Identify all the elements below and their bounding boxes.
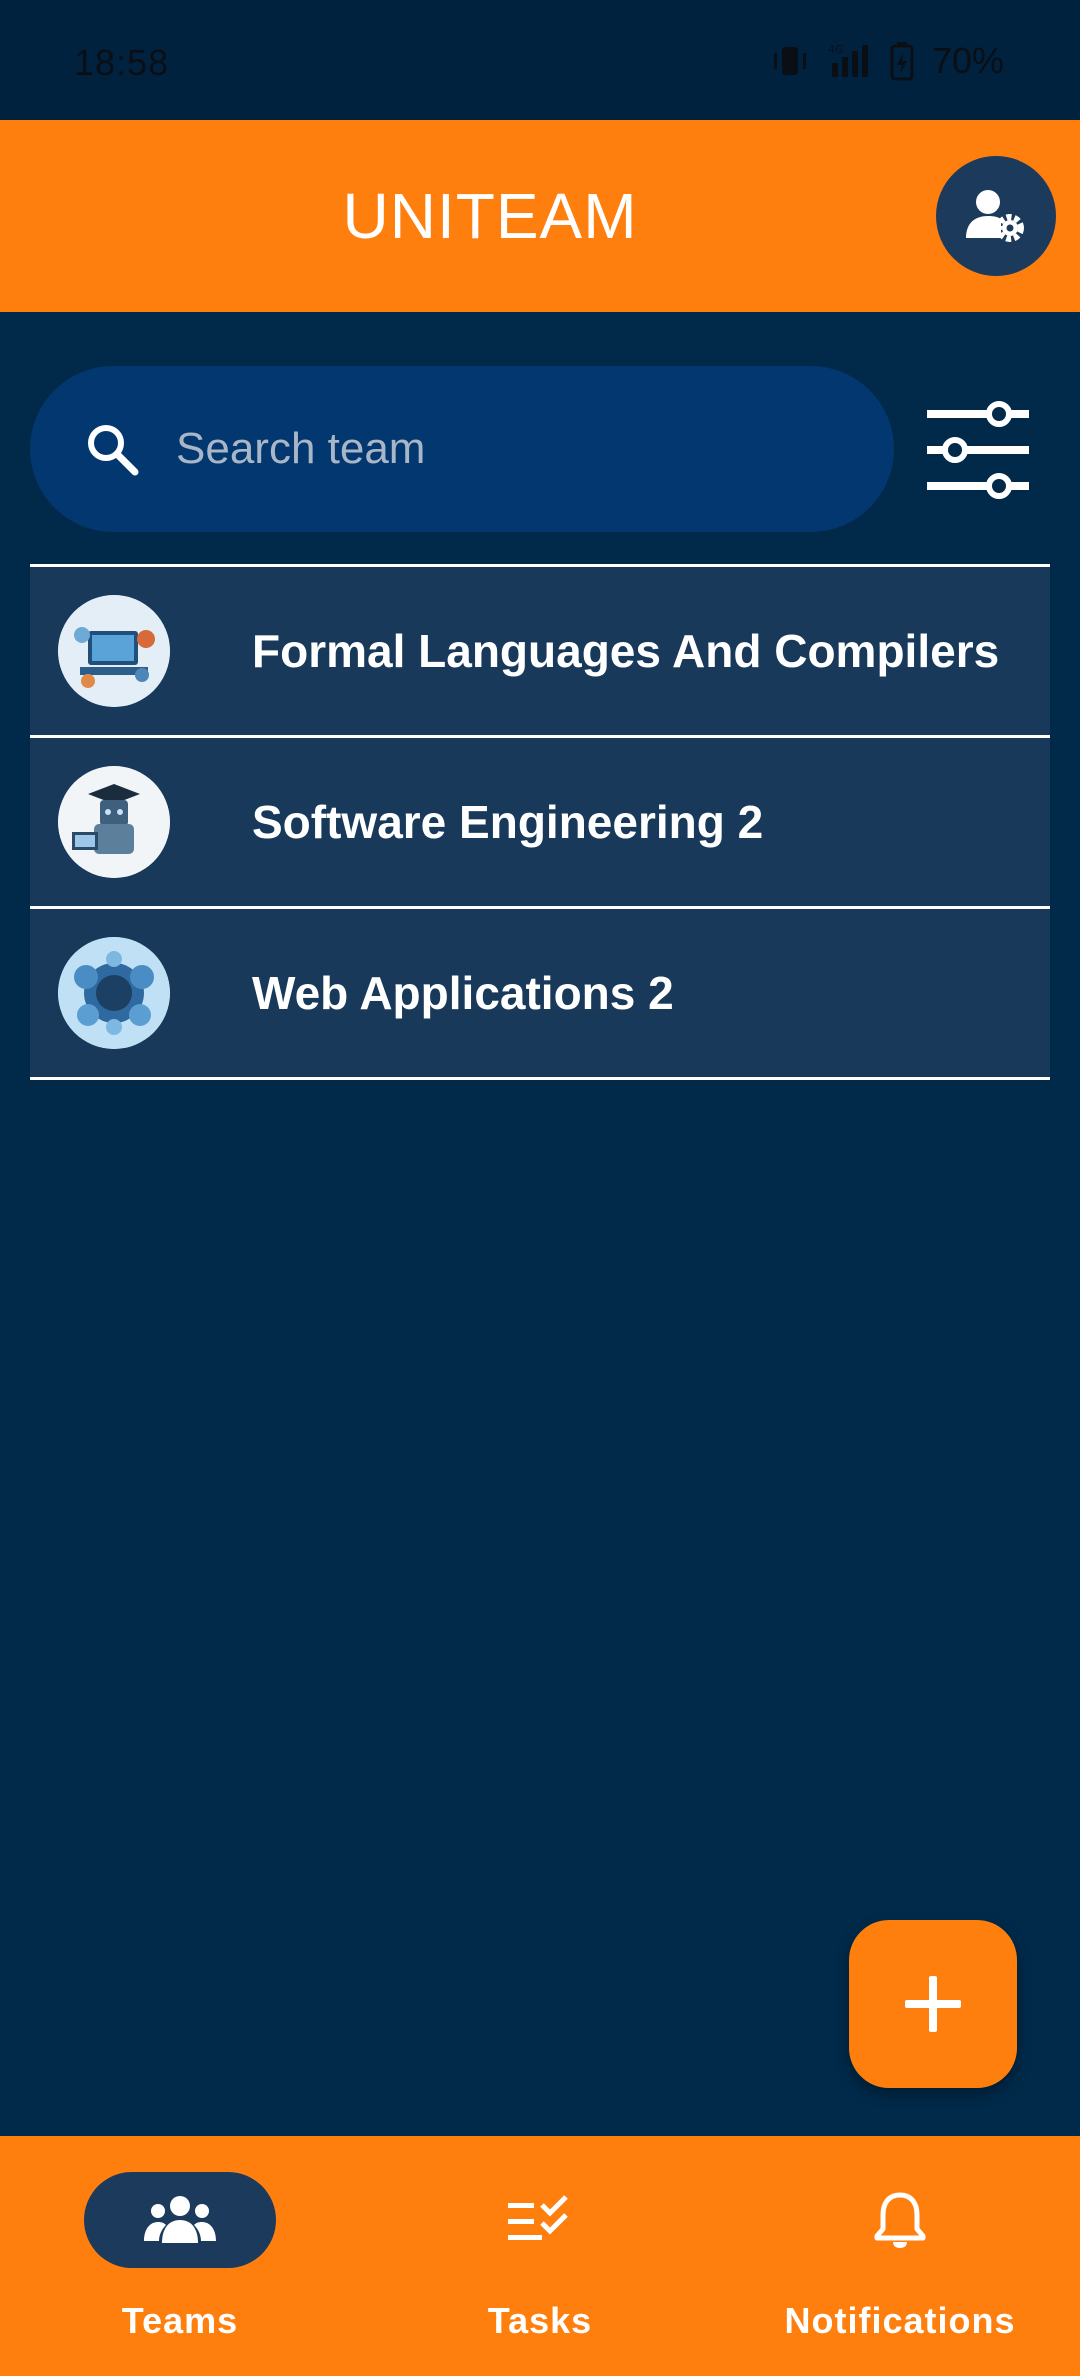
- team-row[interactable]: Web Applications 2: [30, 909, 1050, 1080]
- battery-percentage: 70%: [931, 40, 1004, 81]
- status-time: 18:58: [74, 42, 170, 83]
- team-name: Web Applications 2: [252, 967, 674, 1019]
- search-input[interactable]: [176, 366, 894, 532]
- nav-label-tasks: Tasks: [487, 2300, 593, 2341]
- nav-label-notifications: Notifications: [784, 2300, 1016, 2341]
- signal-4g-icon: 4G: [828, 41, 872, 81]
- search-icon: [88, 425, 139, 476]
- team-list: Formal Languages And Compilers Software …: [30, 564, 1050, 1080]
- user-settings-icon: [966, 190, 1024, 242]
- team-name: Formal Languages And Compilers: [252, 625, 1000, 677]
- search-bar[interactable]: [30, 366, 894, 532]
- vibrate-icon: [770, 41, 810, 81]
- bottom-nav: Teams Tasks Notifications: [0, 2136, 1080, 2376]
- nav-item-teams[interactable]: Teams: [0, 2136, 360, 2376]
- filter-button[interactable]: [922, 390, 1034, 510]
- team-avatar-image: [58, 595, 170, 707]
- status-icons: 4G 70%: [770, 40, 1004, 82]
- nav-item-tasks[interactable]: Tasks: [360, 2136, 720, 2376]
- team-row[interactable]: Formal Languages And Compilers: [30, 567, 1050, 738]
- team-avatar-image: [58, 766, 170, 878]
- add-team-button[interactable]: [849, 1920, 1017, 2088]
- teams-icon: [144, 2196, 216, 2243]
- app-header: UNITEAM: [0, 120, 1080, 312]
- team-name: Software Engineering 2: [252, 796, 764, 848]
- tasks-icon: [508, 2195, 568, 2240]
- nav-pill: [444, 2172, 636, 2268]
- app-title: UNITEAM: [342, 180, 638, 252]
- status-bar: 18:58 4G 70%: [0, 0, 1080, 120]
- bell-icon: [874, 2192, 926, 2248]
- nav-active-indicator: [84, 2172, 276, 2268]
- team-row[interactable]: Software Engineering 2: [30, 738, 1050, 909]
- nav-pill: [804, 2172, 996, 2268]
- nav-item-notifications[interactable]: Notifications: [720, 2136, 1080, 2376]
- team-avatar-image: [58, 937, 170, 1049]
- svg-text:4G: 4G: [828, 43, 844, 56]
- profile-settings-button[interactable]: [936, 156, 1056, 276]
- battery-charging-icon: [890, 41, 914, 81]
- plus-icon: [905, 1976, 961, 2032]
- nav-label-teams: Teams: [121, 2300, 239, 2341]
- sliders-icon: [927, 401, 1029, 499]
